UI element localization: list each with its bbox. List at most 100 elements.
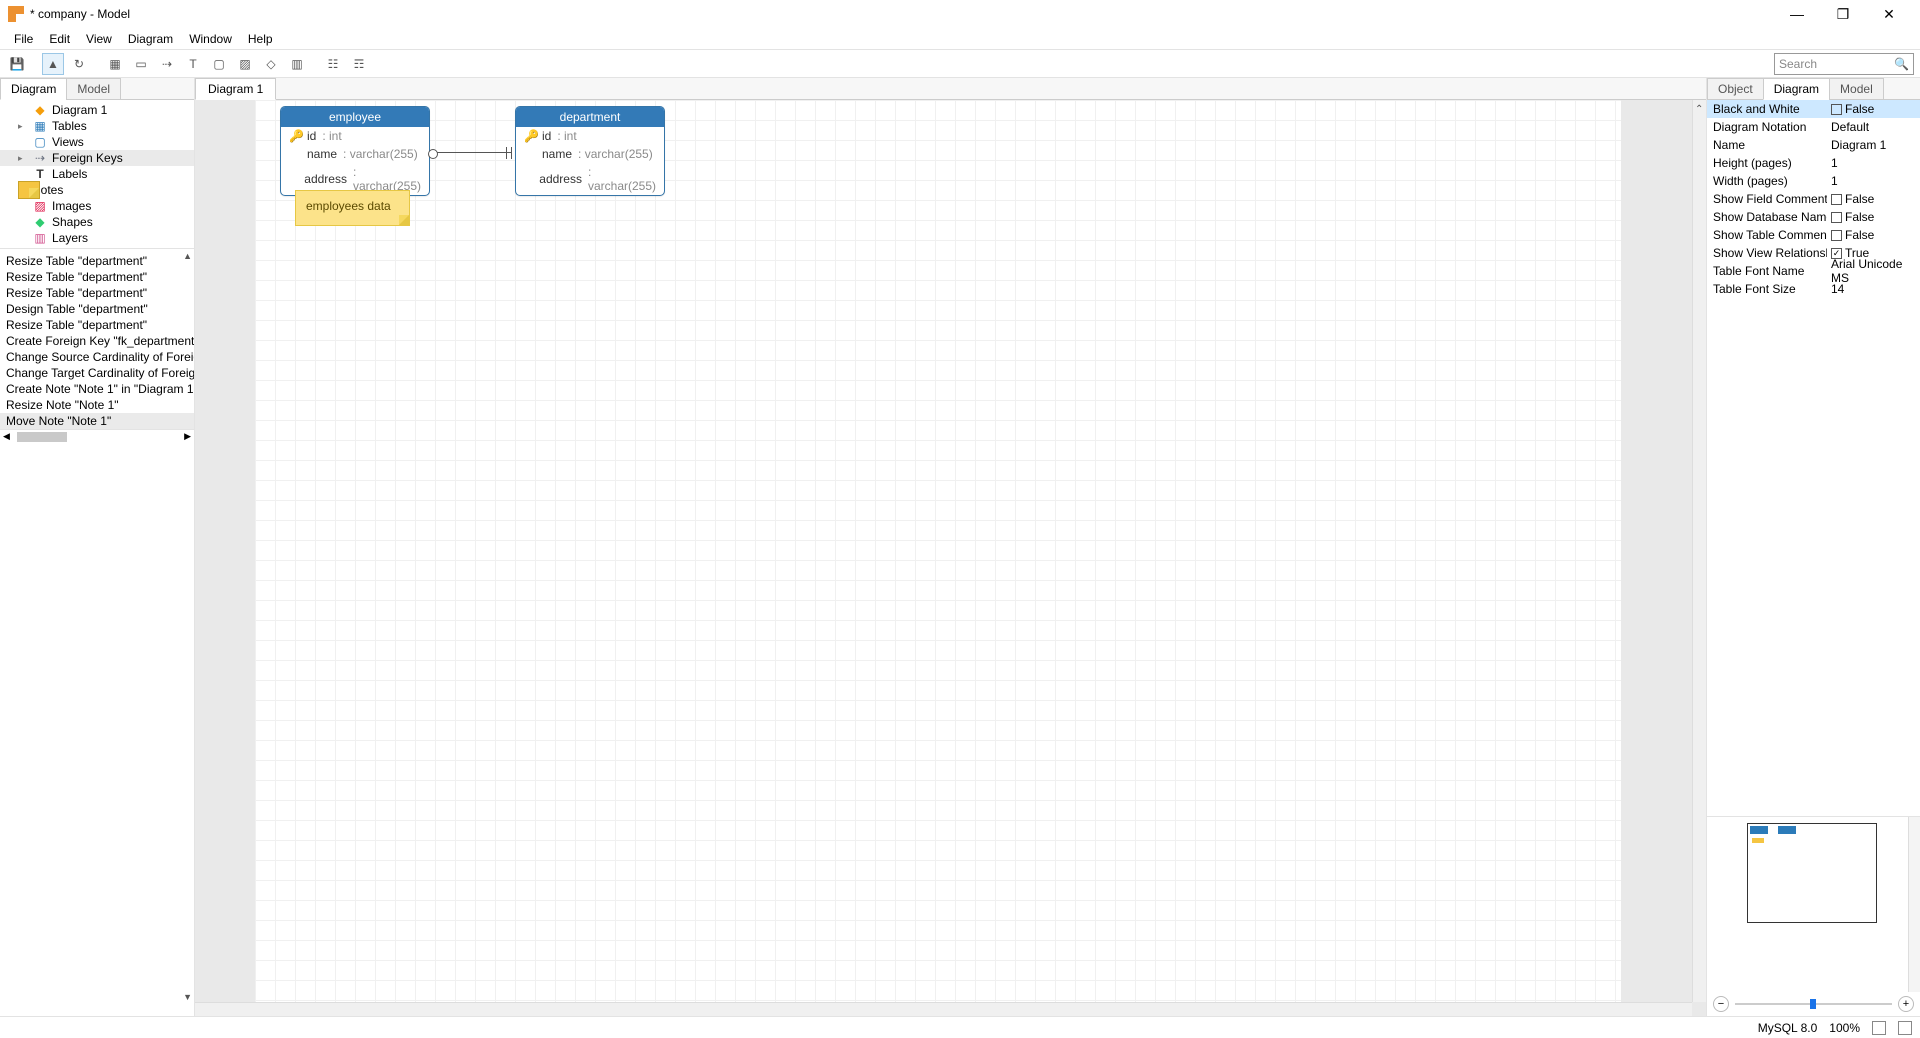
tab-diagram[interactable]: Diagram bbox=[0, 78, 67, 100]
menu-edit[interactable]: Edit bbox=[41, 30, 78, 48]
checkbox-icon[interactable] bbox=[1831, 212, 1842, 223]
history-item[interactable]: Design Table "department" bbox=[0, 301, 194, 317]
history-item[interactable]: Resize Table "department" bbox=[0, 253, 194, 269]
tree-item-images[interactable]: ▨ Images bbox=[0, 198, 194, 214]
minimap-canvas[interactable] bbox=[1747, 823, 1877, 923]
title-bar: * company - Model ― ❐ ✕ bbox=[0, 0, 1920, 28]
prop-show-table-comments[interactable]: Show Table Comments False bbox=[1707, 226, 1920, 244]
diagram-tabs: Diagram 1 bbox=[195, 78, 1706, 100]
history-item[interactable]: Resize Table "department" bbox=[0, 269, 194, 285]
fk-icon: ⇢ bbox=[32, 151, 48, 165]
tree-item-tables[interactable]: ▸ ▦ Tables bbox=[0, 118, 194, 134]
note-employees[interactable]: employees data bbox=[295, 190, 410, 226]
prop-black-and-white[interactable]: Black and White False bbox=[1707, 100, 1920, 118]
menu-window[interactable]: Window bbox=[181, 30, 240, 48]
tree-item-layers[interactable]: ▥ Layers bbox=[0, 230, 194, 246]
diagram-icon: ◆ bbox=[32, 103, 48, 117]
print-icon[interactable]: ☶ bbox=[348, 53, 370, 75]
tab-model-props[interactable]: Model bbox=[1829, 78, 1884, 100]
note-icon[interactable]: ▢ bbox=[208, 53, 230, 75]
close-button[interactable]: ✕ bbox=[1866, 6, 1912, 23]
layer-icon[interactable]: ▥ bbox=[286, 53, 308, 75]
history-item[interactable]: Resize Note "Note 1" bbox=[0, 397, 194, 413]
canvas-hscroll[interactable] bbox=[195, 1002, 1692, 1016]
note-text: employees data bbox=[306, 199, 391, 213]
history-item[interactable]: Create Foreign Key "fk_department_employ bbox=[0, 333, 194, 349]
history-item[interactable]: Create Note "Note 1" in "Diagram 1" bbox=[0, 381, 194, 397]
entity-employee-header: employee bbox=[281, 107, 429, 127]
save-icon[interactable]: 💾 bbox=[6, 53, 28, 75]
prop-show-database-names[interactable]: Show Database Names False bbox=[1707, 208, 1920, 226]
tree-item-views[interactable]: ▢ Views bbox=[0, 134, 194, 150]
status-view-icon[interactable] bbox=[1872, 1021, 1886, 1035]
prop-table-font-name[interactable]: Table Font NameArial Unicode MS bbox=[1707, 262, 1920, 280]
checkbox-icon[interactable] bbox=[1831, 104, 1842, 115]
prop-show-field-comments[interactable]: Show Field Comments False bbox=[1707, 190, 1920, 208]
history-item[interactable]: Change Source Cardinality of Foreign Key… bbox=[0, 349, 194, 365]
status-bar: MySQL 8.0 100% bbox=[0, 1016, 1920, 1038]
history-item[interactable]: Move Note "Note 1" bbox=[0, 413, 194, 429]
entity-department[interactable]: department 🔑id: int name: varchar(255) a… bbox=[515, 106, 665, 196]
label-icon[interactable]: T bbox=[182, 53, 204, 75]
zoom-out-button[interactable]: − bbox=[1713, 996, 1729, 1012]
prop-width-pages-[interactable]: Width (pages)1 bbox=[1707, 172, 1920, 190]
history-item[interactable]: Resize Table "department" bbox=[0, 317, 194, 333]
pointer-icon[interactable]: ▲ bbox=[42, 53, 64, 75]
menu-file[interactable]: File bbox=[6, 30, 41, 48]
minimize-button[interactable]: ― bbox=[1774, 6, 1820, 22]
zoom-in-button[interactable]: + bbox=[1898, 996, 1914, 1012]
tree-item-foreign-keys[interactable]: ▸ ⇢ Foreign Keys bbox=[0, 150, 194, 166]
app-icon bbox=[8, 6, 24, 22]
table-icon[interactable]: ▦ bbox=[104, 53, 126, 75]
checkbox-icon[interactable] bbox=[1831, 194, 1842, 205]
minimap: − + bbox=[1707, 816, 1920, 1016]
prop-table-font-size[interactable]: Table Font Size14 bbox=[1707, 280, 1920, 298]
fk-icon[interactable]: ⇢ bbox=[156, 53, 178, 75]
tree-item-diagram-1[interactable]: ◆ Diagram 1 bbox=[0, 102, 194, 118]
zoom-bar: − + bbox=[1713, 996, 1914, 1012]
table-icon: ▦ bbox=[32, 119, 48, 133]
lasso-icon[interactable]: ↻ bbox=[68, 53, 90, 75]
label-icon: T bbox=[32, 167, 48, 181]
tab-diagram-props[interactable]: Diagram bbox=[1763, 78, 1830, 100]
history-panel: ▲ Resize Table "department"Resize Table … bbox=[0, 248, 194, 1016]
status-zoom: 100% bbox=[1829, 1021, 1860, 1035]
tree-item-shapes[interactable]: ◆ Shapes bbox=[0, 214, 194, 230]
key-icon: 🔑 bbox=[289, 129, 303, 143]
layout-icon[interactable]: ☷ bbox=[322, 53, 344, 75]
checkbox-icon[interactable] bbox=[1831, 230, 1842, 241]
image-icon[interactable]: ▨ bbox=[234, 53, 256, 75]
tree-item-labels[interactable]: T Labels bbox=[0, 166, 194, 182]
tree-item-notes[interactable]: ▸ Notes bbox=[0, 182, 194, 198]
canvas-area: Diagram 1 employee 🔑id: int name: varcha… bbox=[195, 78, 1706, 1016]
prop-name[interactable]: NameDiagram 1 bbox=[1707, 136, 1920, 154]
tab-model[interactable]: Model bbox=[66, 78, 121, 100]
menu-diagram[interactable]: Diagram bbox=[120, 30, 181, 48]
diagram-tab-1[interactable]: Diagram 1 bbox=[195, 78, 276, 100]
prop-height-pages-[interactable]: Height (pages)1 bbox=[1707, 154, 1920, 172]
menu-help[interactable]: Help bbox=[240, 30, 281, 48]
search-placeholder: Search bbox=[1779, 57, 1894, 71]
prop-diagram-notation[interactable]: Diagram NotationDefault bbox=[1707, 118, 1920, 136]
canvas[interactable]: employee 🔑id: int name: varchar(255) add… bbox=[195, 100, 1706, 1016]
shape-icon[interactable]: ◇ bbox=[260, 53, 282, 75]
right-tabs: Object Diagram Model bbox=[1707, 78, 1920, 100]
status-view-icon[interactable] bbox=[1898, 1021, 1912, 1035]
zoom-slider[interactable] bbox=[1735, 1003, 1892, 1005]
maximize-button[interactable]: ❐ bbox=[1820, 6, 1866, 23]
canvas-vscroll[interactable] bbox=[1692, 100, 1706, 1002]
view-icon[interactable]: ▭ bbox=[130, 53, 152, 75]
minimap-entity bbox=[1750, 826, 1768, 834]
search-input[interactable]: Search 🔍 bbox=[1774, 53, 1914, 75]
history-item[interactable]: Resize Table "department" bbox=[0, 285, 194, 301]
tab-object[interactable]: Object bbox=[1707, 78, 1764, 100]
history-item[interactable]: Change Target Cardinality of Foreign Key… bbox=[0, 365, 194, 381]
relationship-line[interactable] bbox=[434, 152, 511, 154]
entity-employee[interactable]: employee 🔑id: int name: varchar(255) add… bbox=[280, 106, 430, 196]
right-panel: Object Diagram Model ⌃Black and White Fa… bbox=[1706, 78, 1920, 1016]
history-hscroll[interactable]: ◀ ▶ bbox=[0, 429, 194, 443]
history-scroll-down[interactable]: ▼ bbox=[183, 992, 192, 1002]
history-scroll-up[interactable]: ▲ bbox=[183, 251, 192, 261]
menu-view[interactable]: View bbox=[78, 30, 120, 48]
minimap-vscroll[interactable] bbox=[1908, 817, 1920, 992]
